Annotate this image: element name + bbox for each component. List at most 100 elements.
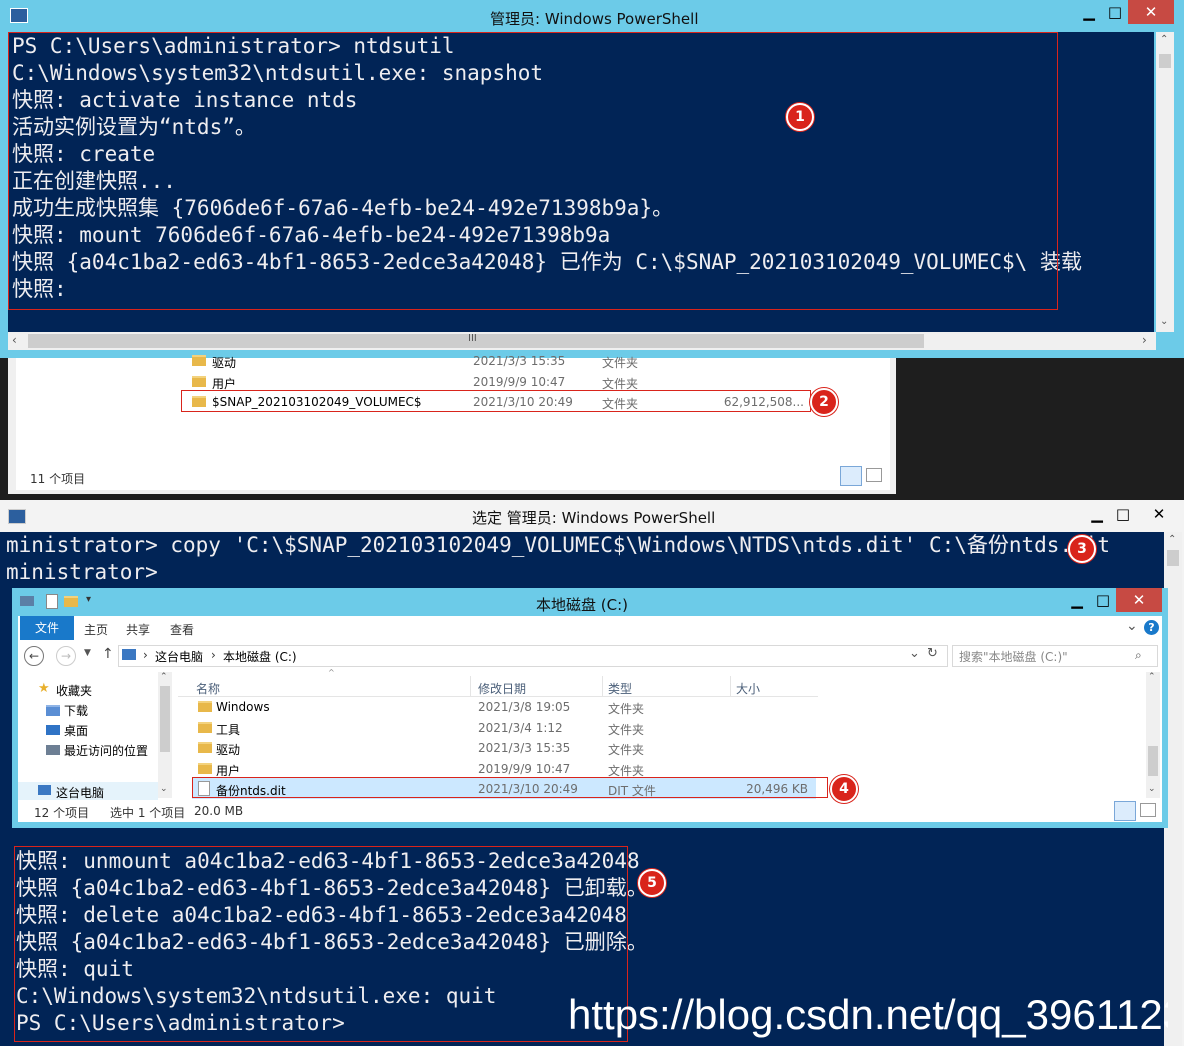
help-icon[interactable]: ?	[1144, 620, 1159, 635]
file-name: 用户	[216, 763, 241, 778]
nav-downloads[interactable]: 下载	[64, 702, 88, 719]
star-icon: ★	[38, 681, 50, 696]
ps2-titlebar[interactable]: 选定 管理员: Windows PowerShell ▁ □ ✕	[0, 500, 1184, 530]
explorer-window-1: 驱动 2021/3/3 15:35 文件夹 用户 2019/9/9 10:47 文件夹 $S…	[8, 354, 896, 494]
nav-scrollbar[interactable]: ⌃ ⌄	[158, 672, 172, 798]
forward-button[interactable]: →	[56, 646, 76, 666]
exp2-redbox	[192, 777, 828, 798]
file-name: 工具	[216, 722, 241, 737]
status-size: 20.0 MB	[194, 804, 244, 818]
file-date: 2021/3/3 15:35	[473, 354, 566, 368]
quick-access-toolbar[interactable]: ▾	[20, 594, 110, 610]
search-placeholder: 搜索"本地磁盘 (C:)"	[959, 650, 1068, 664]
ribbon-expand-icon[interactable]: ⌄	[1126, 618, 1138, 634]
ps2-console-line: ministrator>	[6, 560, 158, 584]
tiles-view-icon[interactable]	[1140, 803, 1156, 817]
minimize-button[interactable]: ▁	[1076, 0, 1102, 24]
file-row[interactable]: Windows 2021/3/8 19:05 文件夹	[192, 696, 816, 717]
address-bar[interactable]: › 这台电脑 › 本地磁盘 (C:) ⌄ ↻	[118, 645, 948, 667]
ps1-titlebar[interactable]: 管理员: Windows PowerShell ▁ □ ✕	[0, 0, 1184, 30]
ps2-redbox	[14, 846, 628, 1042]
explorer-window-2: ▾ 本地磁盘 (C:) ▁ □ ✕ 文件 主页 共享 查看 ⌄ ? ← → ▼ …	[12, 588, 1168, 828]
file-row[interactable]: 驱动 2021/3/3 15:35 文件夹	[182, 350, 890, 371]
minimize-button[interactable]: ▁	[1064, 588, 1090, 612]
recent-icon	[46, 745, 60, 755]
file-type: 文件夹	[608, 702, 645, 716]
powershell-window-1: 管理员: Windows PowerShell ▁ □ ✕ PS C:\User…	[0, 0, 1184, 358]
breadcrumb-this-pc[interactable]: 这台电脑	[155, 648, 203, 665]
status-count: 12 个项目	[34, 806, 90, 820]
file-row[interactable]: 用户 2019/9/9 10:47 文件夹	[182, 371, 890, 392]
search-icon: ⌕	[1135, 648, 1142, 662]
nav-recent[interactable]: 最近访问的位置	[64, 742, 148, 759]
close-button[interactable]: ✕	[1128, 0, 1174, 24]
breadcrumb-local-disk[interactable]: 本地磁盘 (C:)	[223, 648, 297, 665]
nav-favorites[interactable]: 收藏夹	[56, 682, 92, 699]
details-view-icon[interactable]	[840, 466, 862, 486]
col-name[interactable]: 名称	[196, 680, 220, 697]
status-bar: 12 个项目 选中 1 个项目 20.0 MB	[18, 800, 1162, 822]
tab-share[interactable]: 共享	[126, 621, 150, 638]
folder-icon	[198, 721, 212, 733]
computer-icon	[38, 785, 51, 795]
nav-this-pc-row[interactable]: 这台电脑	[18, 782, 158, 800]
file-date: 2021/3/3 15:35	[478, 741, 571, 755]
column-headers: ^ 名称 修改日期 类型 大小	[178, 668, 818, 697]
close-button[interactable]: ✕	[1136, 502, 1182, 526]
maximize-button[interactable]: □	[1102, 0, 1128, 24]
col-date[interactable]: 修改日期	[478, 680, 526, 697]
exp2-titlebar[interactable]: ▾ 本地磁盘 (C:) ▁ □ ✕	[12, 588, 1168, 616]
folder-icon	[198, 762, 212, 774]
details-view-icon[interactable]	[1114, 801, 1136, 821]
file-date: 2019/9/9 10:47	[473, 374, 566, 389]
badge-3: 3	[1068, 535, 1096, 563]
up-button[interactable]: ↑	[102, 646, 114, 662]
exp1-redbox	[181, 390, 811, 412]
nav-this-pc: 这台电脑	[56, 786, 105, 800]
file-date: 2019/9/9 10:47	[478, 761, 571, 776]
file-name: Windows	[216, 700, 270, 714]
ps1-title: 管理员: Windows PowerShell	[490, 10, 699, 28]
search-input[interactable]: 搜索"本地磁盘 (C:)" ⌕	[952, 645, 1158, 667]
address-dropdown-icon[interactable]: ⌄	[909, 646, 920, 661]
refresh-icon[interactable]: ↻	[927, 646, 938, 661]
file-type: 文件夹	[602, 356, 639, 370]
col-type[interactable]: 类型	[608, 680, 632, 697]
ps1-hscrollbar[interactable]: ‹ III ›	[8, 332, 1156, 350]
tab-view[interactable]: 查看	[170, 621, 194, 638]
exp1-status: 11 个项目	[30, 472, 86, 486]
maximize-button[interactable]: □	[1090, 588, 1116, 612]
address-row: ← → ▼ ↑ › 这台电脑 › 本地磁盘 (C:) ⌄ ↻ 搜索"本地磁盘 (…	[18, 640, 1162, 672]
folder-icon	[198, 742, 212, 753]
file-name: 驱动	[212, 356, 237, 370]
scroll-grip: III	[468, 333, 477, 344]
ribbon: 文件 主页 共享 查看 ⌄ ?	[18, 616, 1162, 641]
tab-home[interactable]: 主页	[84, 621, 108, 638]
minimize-button[interactable]: ▁	[1084, 502, 1110, 526]
content-area: ★ 收藏夹 下载 桌面 最近访问的位置 这台电脑 ⌃ ⌄ ^ 名称 修改日期 类…	[18, 668, 1162, 822]
file-row[interactable]: 工具 2021/3/4 1:12 文件夹	[192, 717, 816, 738]
file-row[interactable]: 驱动 2021/3/3 15:35 文件夹	[192, 737, 816, 758]
computer-icon	[122, 649, 136, 660]
badge-5: 5	[638, 869, 666, 897]
tiles-view-icon[interactable]	[866, 468, 882, 482]
close-button[interactable]: ✕	[1116, 588, 1162, 612]
file-row[interactable]: 用户 2019/9/9 10:47 文件夹	[192, 758, 816, 779]
history-dropdown-icon[interactable]: ▼	[84, 648, 91, 658]
powershell-icon	[8, 509, 26, 524]
list-scrollbar[interactable]: ⌃ ⌄	[1146, 672, 1160, 798]
download-icon	[46, 705, 60, 716]
maximize-button[interactable]: □	[1110, 502, 1136, 526]
back-button[interactable]: ←	[24, 646, 44, 666]
col-size[interactable]: 大小	[736, 680, 760, 697]
ps1-redbox	[8, 32, 1058, 310]
badge-4: 4	[830, 775, 858, 803]
file-name: 驱动	[216, 743, 241, 757]
nav-desktop[interactable]: 桌面	[64, 722, 88, 739]
powershell-icon	[10, 8, 28, 23]
ps2-title: 选定 管理员: Windows PowerShell	[472, 509, 716, 527]
file-type: 文件夹	[602, 376, 639, 391]
ps1-vscrollbar[interactable]: ⌃ ⌄	[1156, 32, 1174, 332]
file-type: 文件夹	[608, 743, 645, 757]
tab-file[interactable]: 文件	[20, 616, 74, 640]
